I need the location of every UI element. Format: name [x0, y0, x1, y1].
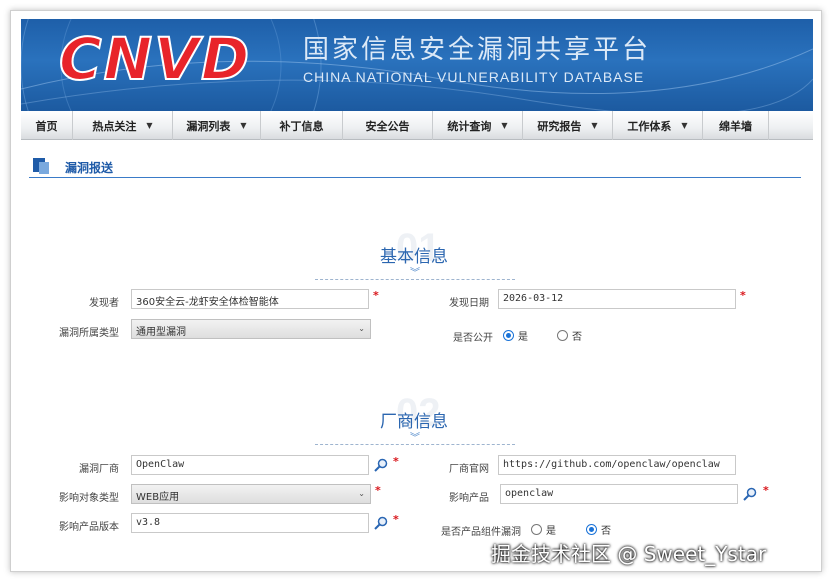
- required-mark: *: [375, 484, 381, 497]
- chevron-down-icon: ⌄: [358, 324, 365, 333]
- required-mark: *: [393, 513, 399, 526]
- chevron-down-icon: ⌄: [358, 489, 365, 498]
- site-title-cn: 国家信息安全漏洞共享平台: [303, 35, 652, 65]
- chevron-down-icon: ▼: [240, 121, 247, 130]
- nav-item-vuln-list[interactable]: 漏洞列表 ▼: [173, 111, 261, 140]
- site-title-en: CHINA NATIONAL VULNERABILITY DATABASE: [303, 69, 645, 85]
- radio-unchecked[interactable]: [557, 330, 568, 341]
- component-no-radio[interactable]: 否: [586, 522, 611, 537]
- vuln-type-label: 漏洞所属类型: [59, 328, 119, 339]
- public-no-radio[interactable]: 否: [557, 328, 582, 343]
- section-title: 漏洞报送: [65, 161, 114, 175]
- chevron-down-icon: ▼: [146, 121, 153, 130]
- search-icon[interactable]: [373, 457, 389, 473]
- nav-item-patch[interactable]: 补丁信息: [261, 111, 343, 140]
- main-nav: 首页 热点关注 ▼ 漏洞列表 ▼ 补丁信息 安全公告 统计查询 ▼ 研究报告 ▼ 工作体…: [21, 111, 813, 140]
- vuln-type-select[interactable]: 通用型漏洞 ⌄: [131, 319, 371, 339]
- required-mark: *: [373, 289, 379, 302]
- object-type-select[interactable]: WEB应用 ⌄: [131, 484, 371, 504]
- group-title-basic: 基本信息: [380, 247, 448, 267]
- search-icon[interactable]: [742, 486, 758, 502]
- vendor-input[interactable]: OpenClaw: [131, 455, 369, 475]
- nav-item-hot[interactable]: 热点关注 ▼: [73, 111, 173, 140]
- nav-item-reports[interactable]: 研究报告 ▼: [523, 111, 613, 140]
- nav-item-system[interactable]: 工作体系 ▼: [613, 111, 703, 140]
- site-banner: CNVD 国家信息安全漏洞共享平台 CHINA NATIONAL VULNERA…: [21, 19, 813, 111]
- double-chevron-down-icon: ︾: [410, 268, 420, 279]
- vendor-site-input[interactable]: https://github.com/openclaw/openclaw: [498, 455, 736, 475]
- component-vuln-label: 是否产品组件漏洞: [441, 527, 521, 538]
- chevron-down-icon: ▼: [681, 121, 688, 130]
- divider: [315, 444, 515, 445]
- discovery-date-label: 发现日期: [449, 298, 489, 309]
- nav-item-announcement[interactable]: 安全公告: [343, 111, 433, 140]
- product-input[interactable]: openclaw: [500, 484, 738, 504]
- chevron-down-icon: ▼: [501, 121, 508, 130]
- object-type-label: 影响对象类型: [59, 493, 119, 504]
- radio-checked[interactable]: [503, 330, 514, 341]
- public-yes-radio[interactable]: 是: [503, 328, 528, 343]
- vendor-site-label: 厂商官网: [449, 464, 489, 475]
- divider: [315, 279, 515, 280]
- group-title-vendor: 厂商信息: [380, 412, 448, 432]
- nav-item-sheep-wall[interactable]: 绵羊墙: [703, 111, 769, 140]
- required-mark: *: [763, 484, 769, 497]
- component-yes-radio[interactable]: 是: [531, 522, 556, 537]
- required-mark: *: [740, 289, 746, 302]
- watermark-text: 掘金技术社区 @ Sweet_Ystar: [491, 542, 767, 566]
- public-label: 是否公开: [453, 333, 493, 344]
- discoverer-label: 发现者: [89, 298, 119, 309]
- cnvd-logo[interactable]: CNVD: [58, 24, 251, 94]
- vendor-label: 漏洞厂商: [79, 464, 119, 475]
- chevron-down-icon: ▼: [591, 121, 598, 130]
- product-version-input[interactable]: v3.8: [131, 513, 369, 533]
- screenshot-frame: CNVD 国家信息安全漏洞共享平台 CHINA NATIONAL VULNERA…: [10, 10, 822, 572]
- product-version-label: 影响产品版本: [59, 522, 119, 533]
- search-icon[interactable]: [373, 515, 389, 531]
- discovery-date-input[interactable]: 2026-03-12: [498, 289, 736, 309]
- nav-item-home[interactable]: 首页: [21, 111, 73, 140]
- discoverer-input[interactable]: 360安全云-龙虾安全体检智能体: [131, 289, 369, 309]
- nav-item-stats[interactable]: 统计查询 ▼: [433, 111, 523, 140]
- radio-unchecked[interactable]: [531, 524, 542, 535]
- section-header: 漏洞报送: [29, 154, 801, 178]
- required-mark: *: [393, 455, 399, 468]
- radio-checked[interactable]: [586, 524, 597, 535]
- product-label: 影响产品: [449, 493, 489, 504]
- double-chevron-down-icon: ︾: [410, 433, 420, 444]
